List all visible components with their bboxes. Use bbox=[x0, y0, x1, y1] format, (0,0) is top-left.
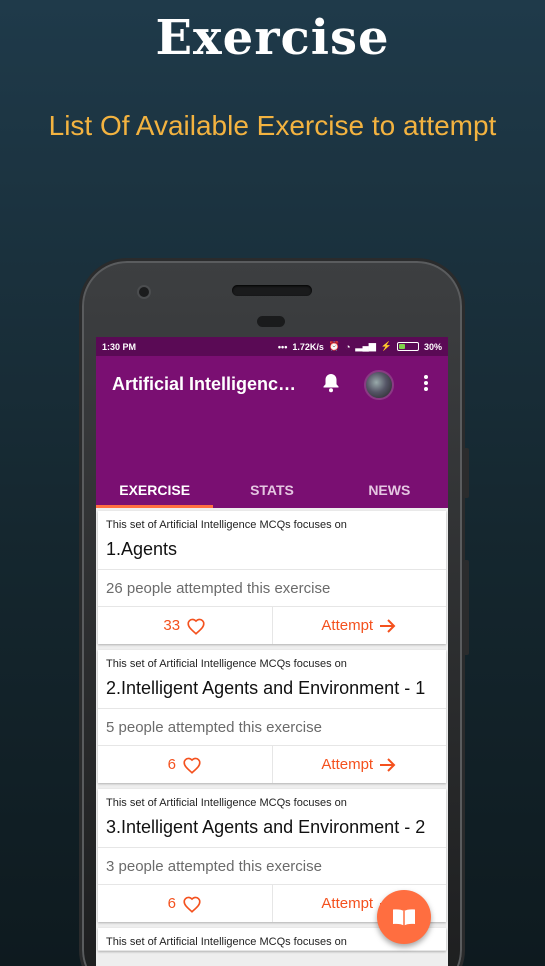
tab-exercise[interactable]: EXERCISE bbox=[96, 472, 214, 508]
attempt-button[interactable]: Attempt bbox=[273, 607, 447, 644]
exercise-card: This set of Artificial Intelligence MCQs… bbox=[98, 650, 446, 783]
status-time: 1:30 PM bbox=[102, 341, 137, 352]
book-icon bbox=[393, 909, 415, 926]
promo-title: Exercise bbox=[155, 10, 390, 66]
exercise-title[interactable]: 3.Intelligent Agents and Environment - 2 bbox=[106, 811, 438, 847]
bell-icon[interactable] bbox=[320, 372, 342, 394]
like-button[interactable]: 6 bbox=[98, 885, 273, 922]
wifi-icon: ◔ bbox=[345, 341, 351, 352]
status-dots: ••• bbox=[277, 341, 288, 352]
phone-power-button bbox=[463, 560, 469, 655]
phone-speaker bbox=[232, 285, 312, 296]
exercise-description: This set of Artificial Intelligence MCQs… bbox=[106, 519, 347, 531]
more-vert-icon[interactable] bbox=[416, 372, 436, 394]
heart-icon bbox=[183, 757, 201, 774]
heart-icon bbox=[187, 618, 205, 635]
app-screen: 1:30 PM ••• 1.72K/s ⏰ ◔ ▂▄▆ ⚡ 30% Artifi… bbox=[96, 337, 448, 966]
app-title: Artificial Intelligence MCQ bbox=[112, 374, 302, 394]
alarm-icon: ⏰ bbox=[328, 341, 341, 351]
status-bar: 1:30 PM ••• 1.72K/s ⏰ ◔ ▂▄▆ ⚡ 30% bbox=[96, 337, 448, 356]
phone-volume-button bbox=[463, 448, 469, 498]
status-network-speed: 1.72K/s bbox=[292, 341, 324, 352]
like-count: 33 bbox=[163, 617, 181, 634]
like-count: 6 bbox=[167, 756, 176, 773]
exercise-description: This set of Artificial Intelligence MCQs… bbox=[106, 797, 347, 809]
attempt-label: Attempt bbox=[321, 617, 374, 634]
battery-level bbox=[398, 344, 405, 349]
charging-icon: ⚡ bbox=[380, 341, 392, 351]
like-button[interactable]: 6 bbox=[98, 746, 273, 783]
heart-icon bbox=[183, 896, 201, 913]
tab-bar: EXERCISE STATS NEWS bbox=[96, 472, 448, 508]
exercise-card: This set of Artificial Intelligence MCQs… bbox=[98, 511, 446, 644]
exercise-attempt-count: 3 people attempted this exercise bbox=[98, 848, 446, 885]
exercise-title[interactable]: 2.Intelligent Agents and Environment - 1 bbox=[106, 672, 438, 708]
arrow-right-icon bbox=[380, 757, 396, 772]
tab-news[interactable]: NEWS bbox=[331, 472, 448, 508]
phone-sensor bbox=[257, 316, 285, 327]
exercise-attempt-count: 26 people attempted this exercise bbox=[98, 570, 446, 607]
like-count: 6 bbox=[167, 895, 176, 912]
front-camera bbox=[137, 285, 151, 299]
battery-icon bbox=[396, 342, 419, 351]
attempt-label: Attempt bbox=[321, 756, 374, 773]
exercise-description: This set of Artificial Intelligence MCQs… bbox=[106, 658, 347, 670]
signal-icon: ▂▄▆ bbox=[355, 341, 376, 351]
like-button[interactable]: 33 bbox=[98, 607, 273, 644]
battery-percent: 30% bbox=[423, 341, 442, 352]
user-avatar[interactable] bbox=[364, 370, 394, 400]
promo-subtitle: List Of Available Exercise to attempt bbox=[48, 110, 497, 141]
exercise-attempt-count: 5 people attempted this exercise bbox=[98, 709, 446, 746]
attempt-label: Attempt bbox=[321, 895, 374, 912]
app-bar: Artificial Intelligence MCQ EXERCISE STA… bbox=[96, 356, 448, 508]
exercise-list: This set of Artificial Intelligence MCQs… bbox=[96, 508, 448, 951]
fab-book-button[interactable] bbox=[377, 890, 431, 944]
attempt-button[interactable]: Attempt bbox=[273, 746, 447, 783]
arrow-right-icon bbox=[380, 618, 396, 633]
exercise-title[interactable]: 1.Agents bbox=[106, 533, 438, 569]
tab-stats[interactable]: STATS bbox=[213, 472, 330, 508]
